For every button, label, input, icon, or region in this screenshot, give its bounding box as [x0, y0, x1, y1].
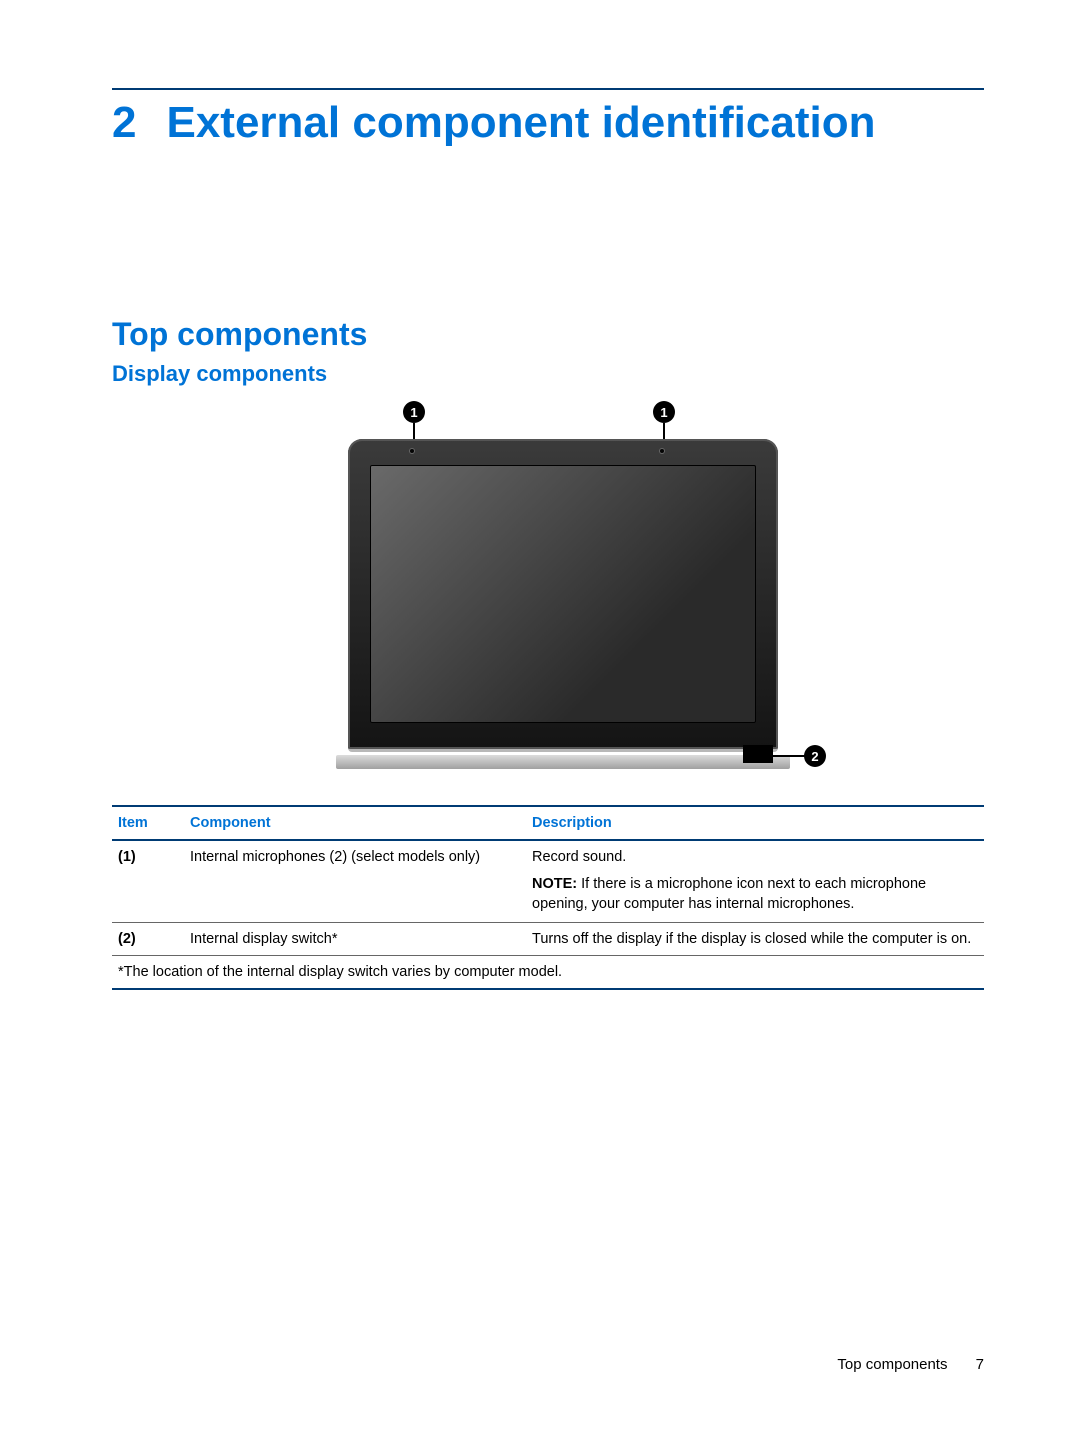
microphone-icon [410, 449, 414, 453]
cell-component: Internal display switch* [184, 923, 526, 956]
callout-1-icon: 1 [403, 401, 425, 423]
col-header-description: Description [526, 806, 984, 840]
laptop-display-bezel [348, 439, 778, 752]
note-block: NOTE: If there is a microphone icon next… [532, 875, 978, 914]
components-table: Item Component Description (1) Internal … [112, 805, 984, 990]
callout-box [743, 745, 773, 763]
col-header-item: Item [112, 806, 184, 840]
callout-1-icon: 1 [653, 401, 675, 423]
table-row: (1) Internal microphones (2) (select mod… [112, 840, 984, 923]
laptop-illustration: 1 1 2 [288, 401, 808, 781]
cell-description: Record sound. NOTE: If there is a microp… [526, 840, 984, 923]
cell-item: (1) [112, 840, 184, 923]
table-footnote-row: *The location of the internal display sw… [112, 956, 984, 990]
note-label: NOTE: [532, 876, 577, 892]
callout-2-icon: 2 [804, 745, 826, 767]
note-text: If there is a microphone icon next to ea… [532, 876, 926, 912]
laptop-hinge [336, 755, 790, 769]
chapter-rule [112, 88, 984, 90]
manual-page: 2 External component identification Top … [0, 0, 1080, 1437]
page-footer: Top components 7 [837, 1356, 984, 1373]
description-text: Record sound. [532, 849, 626, 865]
display-components-figure: 1 1 2 [112, 401, 984, 781]
page-number: 7 [976, 1356, 984, 1373]
col-header-component: Component [184, 806, 526, 840]
chapter-heading: 2 External component identification [112, 98, 984, 148]
table-footnote: *The location of the internal display sw… [112, 956, 984, 990]
chapter-title: External component identification [166, 98, 875, 148]
footer-section: Top components [837, 1356, 947, 1373]
section-heading: Top components [112, 316, 984, 353]
subsection-heading: Display components [112, 361, 984, 387]
callout-leader [773, 755, 806, 757]
table-row: (2) Internal display switch* Turns off t… [112, 923, 984, 956]
cell-description: Turns off the display if the display is … [526, 923, 984, 956]
microphone-icon [660, 449, 664, 453]
cell-item: (2) [112, 923, 184, 956]
cell-component: Internal microphones (2) (select models … [184, 840, 526, 923]
chapter-number: 2 [112, 98, 136, 148]
